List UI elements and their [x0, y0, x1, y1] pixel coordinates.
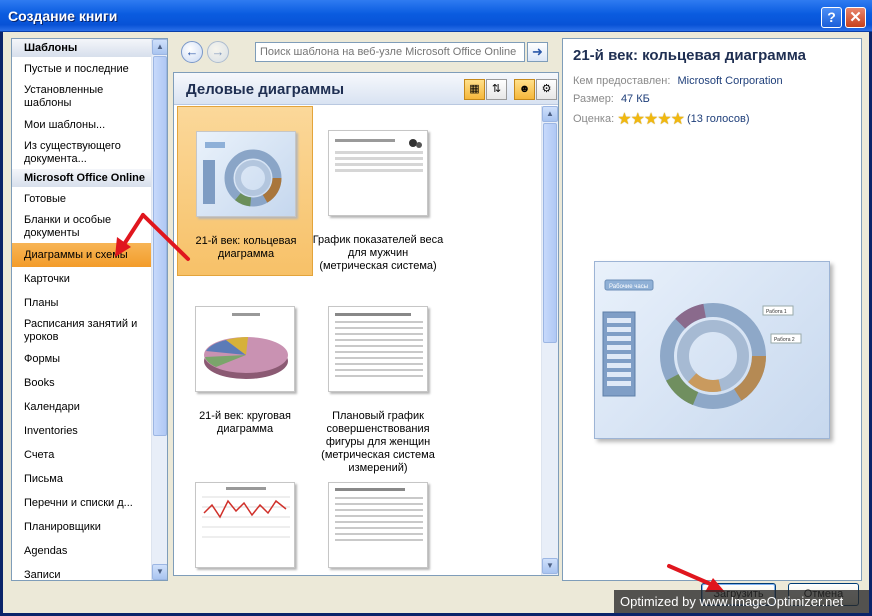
pie-template-thumbnail: [195, 306, 295, 392]
template-tile[interactable]: [177, 458, 313, 575]
category-item[interactable]: Календари: [12, 395, 152, 419]
category-item[interactable]: Карточки: [12, 267, 152, 291]
preview-caption: Рабочие часы: [609, 284, 648, 290]
category-section-header: Microsoft Office Online: [12, 169, 152, 187]
category-item[interactable]: Books: [12, 371, 152, 395]
category-item[interactable]: Планы: [12, 291, 152, 315]
template-title: График показателей веса для мужчин (метр…: [312, 234, 444, 272]
window-title: Создание книги: [8, 8, 118, 24]
rating-label: Оценка:: [573, 113, 615, 125]
category-item[interactable]: Agendas: [12, 539, 152, 563]
annotation-arrow-icon: [115, 213, 190, 261]
template-preview-image: Рабочие часы Работа 1 Работа 2: [594, 261, 830, 439]
template-title: 21-й век: кольцевая диаграмма: [195, 235, 297, 260]
view-thumbnails-icon[interactable]: ▦: [464, 79, 485, 100]
size-value: 47 КБ: [620, 93, 650, 105]
go-arrow-icon[interactable]: ➜: [527, 42, 548, 62]
template-tile[interactable]: Плановый график совершенствования фигуры…: [310, 282, 446, 474]
category-item[interactable]: Расписания занятий и уроков: [12, 315, 152, 347]
category-item[interactable]: Мои шаблоны...: [12, 113, 152, 137]
donut-template-thumbnail: [196, 131, 296, 217]
template-tile[interactable]: 21-й век: круговая диаграмма: [177, 282, 313, 452]
category-item[interactable]: Формы: [12, 347, 152, 371]
provided-by-value: Microsoft Corporation: [677, 75, 783, 87]
template-tile[interactable]: График показателей веса для мужчин (метр…: [310, 106, 446, 276]
user-filter-icon[interactable]: ⚙: [536, 79, 557, 100]
title-bar: Создание книги ? ✕: [0, 0, 872, 32]
scroll-down-icon[interactable]: ▼: [542, 558, 558, 574]
user-icon[interactable]: ☻: [514, 79, 535, 100]
vote-count: (13 голосов): [687, 113, 750, 125]
scroll-up-icon[interactable]: ▲: [542, 106, 558, 122]
close-button[interactable]: ✕: [845, 7, 866, 28]
sort-icon[interactable]: ⇅: [486, 79, 507, 100]
category-section-header: Шаблоны: [12, 39, 152, 57]
category-item[interactable]: Установленные шаблоны: [12, 81, 152, 113]
category-item[interactable]: Перечни и списки д...: [12, 491, 152, 515]
watermark: Optimized by www.ImageOptimizer.net: [614, 590, 869, 613]
category-item[interactable]: Inventories: [12, 419, 152, 443]
preview-callout-2: Работа 2: [774, 337, 795, 343]
category-item[interactable]: Письма: [12, 467, 152, 491]
template-grid: 21-й век: кольцевая диаграмма График пок…: [174, 106, 540, 575]
category-scrollbar[interactable]: ▲ ▼: [151, 39, 167, 580]
table-template-thumbnail: [328, 482, 428, 568]
template-tile[interactable]: 21-й век: кольцевая диаграмма: [177, 106, 313, 276]
size-label: Размер:: [573, 93, 614, 105]
category-item[interactable]: Планировщики: [12, 515, 152, 539]
category-item[interactable]: Записи: [12, 563, 152, 581]
category-item[interactable]: Пустые и последние: [12, 57, 152, 81]
category-item[interactable]: Из существующего документа...: [12, 137, 152, 169]
star-rating-icon[interactable]: ★★★★★: [617, 109, 685, 129]
weight-chart-thumbnail: [328, 130, 428, 216]
template-preview-panel: 21-й век: кольцевая диаграмма Кем предос…: [562, 38, 862, 581]
dialog-body: Шаблоны Пустые и последние Установленные ш…: [3, 32, 869, 613]
line-chart-thumbnail: [195, 482, 295, 568]
gallery-header: Деловые диаграммы ▦ ⇅ ☻ ⚙: [174, 73, 558, 105]
preview-title: 21-й век: кольцевая диаграмма: [573, 47, 806, 64]
gallery-title: Деловые диаграммы: [186, 81, 345, 98]
provided-by-label: Кем предоставлен:: [573, 75, 671, 87]
category-item[interactable]: Счета: [12, 443, 152, 467]
preview-callout-1: Работа 1: [766, 309, 787, 315]
scroll-up-icon[interactable]: ▲: [152, 39, 167, 55]
help-button[interactable]: ?: [821, 7, 842, 28]
gallery-scrollbar[interactable]: ▲ ▼: [541, 106, 558, 575]
scroll-thumb[interactable]: [543, 123, 557, 343]
template-category-panel: Шаблоны Пустые и последние Установленные ш…: [11, 38, 168, 581]
category-list: Шаблоны Пустые и последние Установленные ш…: [12, 39, 152, 581]
back-arrow-icon[interactable]: ←: [181, 41, 203, 63]
scroll-down-icon[interactable]: ▼: [152, 564, 167, 580]
template-title: 21-й век: круговая диаграмма: [199, 410, 291, 435]
search-toolbar: ← → ➜: [173, 38, 551, 66]
template-tile[interactable]: [310, 458, 446, 575]
search-input[interactable]: [255, 42, 525, 62]
figure-table-thumbnail: [328, 306, 428, 392]
template-gallery: Деловые диаграммы ▦ ⇅ ☻ ⚙ 21-й век: коль…: [173, 72, 559, 576]
forward-arrow-icon[interactable]: →: [207, 41, 229, 63]
